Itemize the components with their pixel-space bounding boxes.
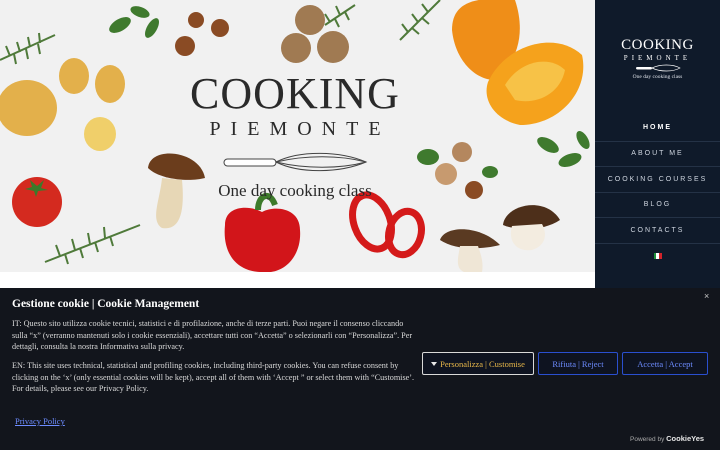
cookie-text-english: EN: This site uses technical, statistica… xyxy=(12,361,415,394)
powered-by-label: Powered by xyxy=(630,436,665,443)
nav-item-blog[interactable]: BLOG xyxy=(595,191,720,218)
nav-item-about-me[interactable]: ABOUT ME xyxy=(595,140,720,167)
close-icon[interactable]: × xyxy=(704,291,709,301)
italian-flag-icon xyxy=(653,252,662,259)
hero-banner: COOKING PIEMONTE One day cooking class xyxy=(0,0,595,272)
sidebar-whisk-icon xyxy=(635,64,681,72)
sidebar-logo[interactable]: COOKING PIEMONTE One day cooking class xyxy=(595,37,720,81)
cookie-text-italian: IT: Questo sito utilizza cookie tecnici,… xyxy=(12,319,413,352)
cookie-title: Gestione cookie | Cookie Management xyxy=(12,298,200,310)
reject-button[interactable]: Rifiuta | Reject xyxy=(538,352,618,375)
nav-item-language[interactable] xyxy=(595,242,720,269)
hero-logo-piemonte: PIEMONTE xyxy=(209,118,391,140)
sidebar-logo-tagline: One day cooking class xyxy=(632,74,683,80)
privacy-policy-link[interactable]: Privacy Policy xyxy=(15,416,65,426)
hero-logo-cooking: COOKING xyxy=(190,69,400,118)
page: COOKING PIEMONTE One day cooking class C… xyxy=(0,0,720,450)
sidebar: COOKING PIEMONTE One day cooking class H… xyxy=(595,0,720,288)
whisk-icon xyxy=(223,152,368,172)
powered-by[interactable]: Powered by CookieYes xyxy=(630,434,704,443)
nav-item-cooking-courses[interactable]: COOKING COURSES xyxy=(595,166,720,192)
nav-item-contacts[interactable]: CONTACTS xyxy=(595,217,720,243)
hero-logo-tagline: One day cooking class xyxy=(218,181,372,200)
main-nav: HOME ABOUT ME COOKING COURSES BLOG CONTA… xyxy=(595,115,720,268)
accept-button[interactable]: Accetta | Accept xyxy=(622,352,708,375)
customise-button[interactable]: Personalizza | Customise xyxy=(422,352,534,375)
cookie-banner: Gestione cookie | Cookie Management × IT… xyxy=(0,288,720,450)
cookieyes-logo: CookieYes xyxy=(666,434,705,443)
nav-item-home[interactable]: HOME xyxy=(595,115,720,141)
hero-logo: COOKING PIEMONTE One day cooking class xyxy=(170,72,420,201)
sidebar-logo-piemonte: PIEMONTE xyxy=(623,54,692,62)
sidebar-logo-cooking: COOKING xyxy=(621,37,694,53)
